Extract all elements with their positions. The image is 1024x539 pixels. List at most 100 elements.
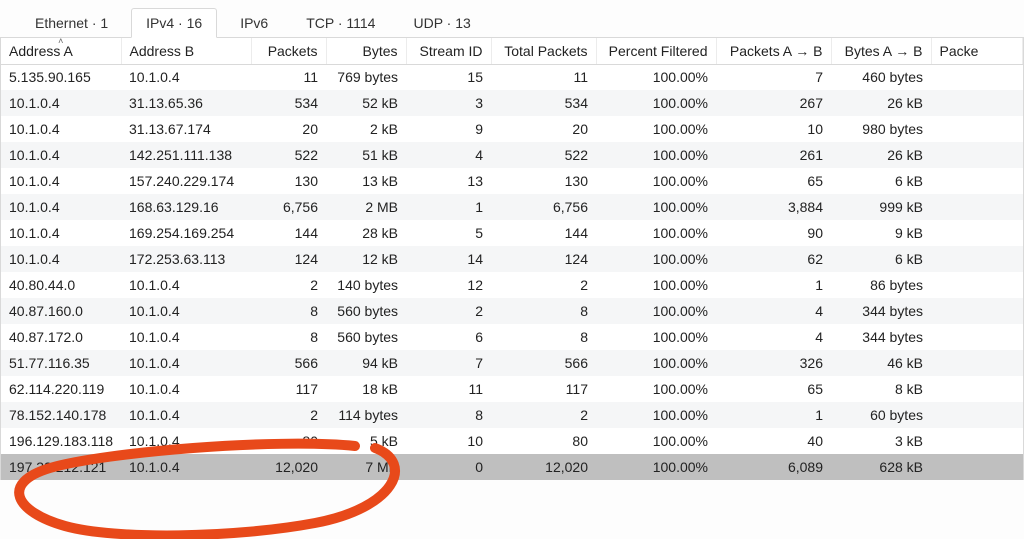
cell-totpk: 8 [491,298,596,324]
col-header-c-totpk[interactable]: Total Packets [491,38,596,64]
cell-byab: 60 bytes [831,402,931,428]
cell-overflow [931,220,1023,246]
cell-addrB: 10.1.0.4 [121,454,251,480]
cell-byab: 26 kB [831,90,931,116]
table-row[interactable]: 51.77.116.3510.1.0.456694 kB7566100.00%3… [1,350,1023,376]
cell-addrA: 40.87.160.0 [1,298,121,324]
cell-pkab: 261 [716,142,831,168]
cell-pctf: 100.00% [596,272,716,298]
cell-pkab: 62 [716,246,831,272]
tab-udp-13[interactable]: UDP · 13 [398,8,485,37]
col-header-c-stream[interactable]: Stream ID [406,38,491,64]
conversations-table: Address A˄Address BPacketsBytesStream ID… [1,38,1023,480]
table-row[interactable]: 40.87.160.010.1.0.48560 bytes28100.00%43… [1,298,1023,324]
table-row[interactable]: 78.152.140.17810.1.0.42114 bytes82100.00… [1,402,1023,428]
cell-totpk: 11 [491,64,596,90]
conversations-table-wrap: Address A˄Address BPacketsBytesStream ID… [0,38,1024,480]
cell-pctf: 100.00% [596,142,716,168]
col-header-c-addrA[interactable]: Address A˄ [1,38,121,64]
table-row[interactable]: 196.129.183.11810.1.0.4805 kB1080100.00%… [1,428,1023,454]
cell-packets: 80 [251,428,326,454]
cell-pctf: 100.00% [596,324,716,350]
cell-totpk: 20 [491,116,596,142]
table-row[interactable]: 10.1.0.4172.253.63.11312412 kB14124100.0… [1,246,1023,272]
cell-addrA: 10.1.0.4 [1,194,121,220]
cell-pkab: 65 [716,168,831,194]
cell-overflow [931,272,1023,298]
cell-pctf: 100.00% [596,116,716,142]
table-row[interactable]: 40.87.172.010.1.0.48560 bytes68100.00%43… [1,324,1023,350]
cell-packets: 522 [251,142,326,168]
cell-addrA: 62.114.220.119 [1,376,121,402]
cell-bytes: 94 kB [326,350,406,376]
cell-stream: 6 [406,324,491,350]
cell-pkab: 65 [716,376,831,402]
cell-packets: 12,020 [251,454,326,480]
table-row[interactable]: 40.80.44.010.1.0.42140 bytes122100.00%18… [1,272,1023,298]
tab-ipv4-16[interactable]: IPv4 · 16 [131,8,217,38]
cell-addrA: 10.1.0.4 [1,142,121,168]
cell-addrB: 157.240.229.174 [121,168,251,194]
cell-addrB: 10.1.0.4 [121,298,251,324]
cell-totpk: 2 [491,402,596,428]
cell-addrA: 78.152.140.178 [1,402,121,428]
table-row[interactable]: 10.1.0.4168.63.129.166,7562 MB16,756100.… [1,194,1023,220]
col-header-c-last[interactable]: Packe [931,38,1023,64]
cell-stream: 8 [406,402,491,428]
tab-tcp-1114[interactable]: TCP · 1114 [291,8,390,37]
cell-totpk: 117 [491,376,596,402]
cell-addrA: 51.77.116.35 [1,350,121,376]
cell-pctf: 100.00% [596,376,716,402]
cell-overflow [931,454,1023,480]
tab-ethernet-1[interactable]: Ethernet · 1 [20,8,123,37]
tab-ipv6[interactable]: IPv6 [225,8,283,37]
cell-byab: 999 kB [831,194,931,220]
cell-addrB: 31.13.65.36 [121,90,251,116]
col-header-c-pctf[interactable]: Percent Filtered [596,38,716,64]
cell-packets: 124 [251,246,326,272]
cell-bytes: 18 kB [326,376,406,402]
cell-addrA: 10.1.0.4 [1,116,121,142]
cell-addrB: 169.254.169.254 [121,220,251,246]
cell-stream: 13 [406,168,491,194]
col-header-c-byab[interactable]: Bytes A → B [831,38,931,64]
table-row[interactable]: 10.1.0.4142.251.111.13852251 kB4522100.0… [1,142,1023,168]
cell-pkab: 1 [716,272,831,298]
cell-pkab: 90 [716,220,831,246]
cell-packets: 2 [251,402,326,428]
cell-pkab: 40 [716,428,831,454]
cell-stream: 11 [406,376,491,402]
table-row[interactable]: 10.1.0.4157.240.229.17413013 kB13130100.… [1,168,1023,194]
table-row[interactable]: 5.135.90.16510.1.0.411769 bytes1511100.0… [1,64,1023,90]
cell-bytes: 114 bytes [326,402,406,428]
cell-overflow [931,194,1023,220]
col-header-c-addrB[interactable]: Address B [121,38,251,64]
cell-totpk: 12,020 [491,454,596,480]
cell-stream: 15 [406,64,491,90]
cell-packets: 144 [251,220,326,246]
col-header-c-pkab[interactable]: Packets A → B [716,38,831,64]
cell-bytes: 560 bytes [326,324,406,350]
cell-addrB: 10.1.0.4 [121,428,251,454]
cell-pkab: 10 [716,116,831,142]
cell-overflow [931,376,1023,402]
col-header-c-bytes[interactable]: Bytes [326,38,406,64]
table-row[interactable]: 10.1.0.4169.254.169.25414428 kB5144100.0… [1,220,1023,246]
cell-bytes: 13 kB [326,168,406,194]
cell-pkab: 267 [716,90,831,116]
cell-byab: 460 bytes [831,64,931,90]
cell-stream: 7 [406,350,491,376]
table-header-row: Address A˄Address BPacketsBytesStream ID… [1,38,1023,64]
table-row[interactable]: 10.1.0.431.13.65.3653452 kB3534100.00%26… [1,90,1023,116]
cell-pkab: 7 [716,64,831,90]
cell-byab: 26 kB [831,142,931,168]
cell-stream: 1 [406,194,491,220]
table-row[interactable]: 62.114.220.11910.1.0.411718 kB11117100.0… [1,376,1023,402]
table-row[interactable]: 10.1.0.431.13.67.174202 kB920100.00%1098… [1,116,1023,142]
table-row[interactable]: 197.32.212.12110.1.0.412,0207 MB012,0201… [1,454,1023,480]
cell-addrB: 10.1.0.4 [121,272,251,298]
col-header-c-packets[interactable]: Packets [251,38,326,64]
cell-pkab: 326 [716,350,831,376]
cell-pkab: 3,884 [716,194,831,220]
cell-addrB: 31.13.67.174 [121,116,251,142]
